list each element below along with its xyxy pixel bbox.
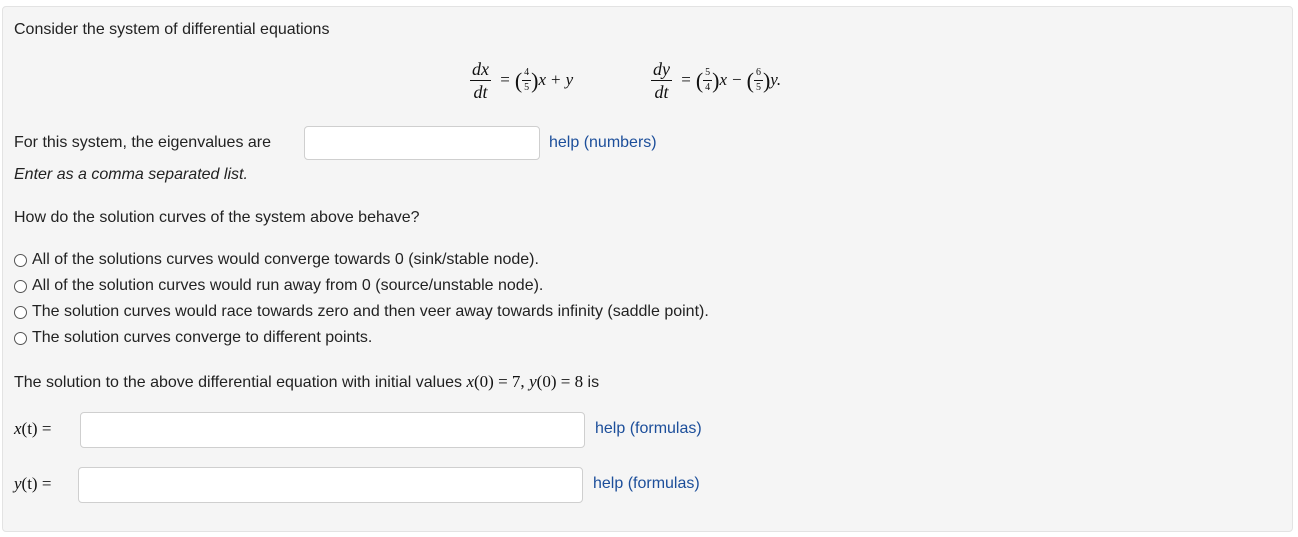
coef-5-4: 5 4 [703,68,713,93]
coef-numerator: 5 [703,68,713,81]
paren-open: ( [746,67,754,93]
initial-condition-x: x(0) = 7, [466,372,524,391]
radio-button[interactable] [14,331,27,345]
coef-4-5: 4 5 [522,68,532,93]
equation-dx-dt: dx dt =( 4 5 )x + y [470,60,573,102]
paren-close: ) [712,67,720,93]
dt-denominator: dt [654,81,669,102]
ic-x-value: (0) = 7, [474,372,525,391]
option-label: All of the solutions curves would conver… [32,251,539,268]
equals-sign: = [500,69,510,89]
paren-close: ) [531,67,539,93]
dx-dt-fraction: dx dt [470,60,491,102]
option-source[interactable]: All of the solution curves would run awa… [14,277,543,295]
var-y: y. [770,69,782,89]
behavior-question: How do the solution curves of the system… [14,209,420,226]
solution-text-end: is [587,374,600,391]
eigenvalues-input[interactable] [304,126,540,160]
option-label: The solution curves would race towards z… [32,303,709,320]
var-x: x [538,69,547,89]
equation-dy-dt: dy dt =( 5 4 )x −( 6 5 )y. [651,60,781,102]
coef-denominator: 5 [755,81,761,93]
option-different-points[interactable]: The solution curves converge to differen… [14,329,372,347]
coef-numerator: 4 [522,68,532,81]
coef-numerator: 6 [753,68,763,81]
help-formulas-link-y[interactable]: help (formulas) [593,475,700,493]
option-label: The solution curves converge to differen… [32,329,373,346]
plus-sign: + [551,69,561,89]
ic-x-var: x [466,372,474,391]
coef-denominator: 4 [705,81,711,93]
help-formulas-link-x[interactable]: help (formulas) [595,420,702,438]
problem-panel [2,6,1293,532]
y-of-t-input[interactable] [78,467,583,503]
paren-open: ( [514,67,523,93]
var-y: y [565,69,574,89]
radio-button[interactable] [14,279,27,293]
solution-text: The solution to the above differential e… [14,374,462,391]
minus-sign: − [732,69,742,89]
option-saddle[interactable]: The solution curves would race towards z… [14,303,709,321]
x-of-t-label: x(t) = [14,419,51,439]
y-of-t-label: y(t) = [14,474,51,494]
intro-text: Consider the system of differential equa… [14,21,330,38]
dx-numerator: dx [470,59,491,81]
x-label-rest: (t) = [21,419,52,438]
dt-denominator: dt [473,81,488,102]
option-label: All of the solution curves would run awa… [32,277,544,294]
var-x: x [719,69,728,89]
eigen-hint: Enter as a comma separated list. [14,166,248,183]
x-var: x [14,419,22,438]
help-numbers-link[interactable]: help (numbers) [549,134,657,152]
eigen-prompt: For this system, the eigenvalues are [14,134,272,151]
solution-sentence: The solution to the above differential e… [14,372,599,392]
dy-numerator: dy [651,59,672,81]
y-var: y [14,474,22,493]
ic-y-value: (0) = 8 [536,372,584,391]
ic-y-var: y [529,372,537,391]
paren-open: ( [695,67,704,93]
dy-dt-fraction: dy dt [651,60,672,102]
initial-condition-y: y(0) = 8 [529,372,583,391]
coef-denominator: 5 [524,81,530,93]
x-of-t-input[interactable] [80,412,585,448]
equals-sign: = [681,69,691,89]
coef-6-5: 6 5 [753,68,763,93]
radio-button[interactable] [14,305,27,319]
option-sink[interactable]: All of the solutions curves would conver… [14,251,539,269]
radio-button[interactable] [14,253,27,267]
y-label-rest: (t) = [21,474,52,493]
